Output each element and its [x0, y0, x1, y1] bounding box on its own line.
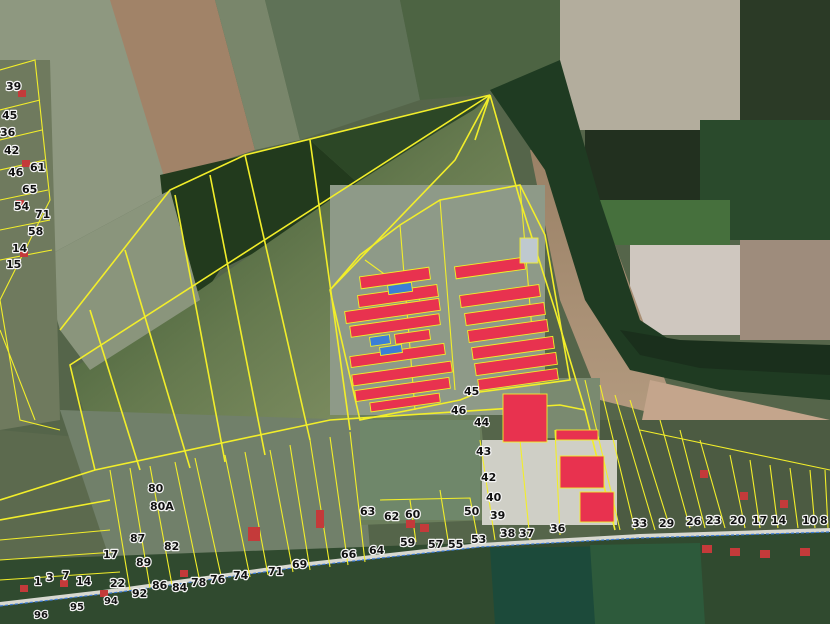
parcel-label[interactable]: 86	[151, 578, 169, 593]
parcel-label[interactable]: 42	[480, 470, 498, 485]
parcel-label[interactable]: 36	[549, 521, 567, 536]
parcel-label[interactable]: 55	[447, 537, 465, 552]
parcel-label[interactable]: 3	[45, 570, 55, 585]
parcel-label[interactable]: 42	[3, 143, 21, 158]
parcel-label[interactable]: 20	[729, 513, 747, 528]
parcel-label[interactable]: 39	[489, 508, 507, 523]
parcel-label[interactable]: 17	[751, 513, 769, 528]
parcel-label[interactable]: 71	[34, 207, 52, 222]
parcel-label[interactable]: 45	[1, 108, 19, 123]
parcel-label[interactable]: 82	[163, 539, 181, 554]
parcel-label[interactable]: 22	[109, 576, 127, 591]
parcel-label[interactable]: 1	[33, 574, 43, 589]
parcel-label[interactable]: 37	[518, 526, 536, 541]
parcel-label[interactable]: 64	[368, 543, 386, 558]
parcel-label[interactable]: 59	[399, 535, 417, 550]
parcel-label[interactable]: 43	[475, 444, 493, 459]
parcel-label[interactable]: 65	[21, 182, 39, 197]
parcel-label[interactable]: 39	[5, 79, 23, 94]
parcel-label[interactable]: 78	[190, 575, 208, 590]
parcel-label[interactable]: 80	[147, 481, 165, 496]
parcel-label[interactable]: 40	[485, 490, 503, 505]
parcel-label[interactable]: 46	[7, 165, 25, 180]
parcel-label[interactable]: 92	[131, 586, 149, 601]
parcel-label[interactable]: 46	[450, 403, 468, 418]
parcel-label[interactable]: 80A	[149, 499, 176, 514]
parcel-label[interactable]: 71	[267, 564, 285, 579]
parcel-label[interactable]: 69	[291, 557, 309, 572]
parcel-label[interactable]: 89	[135, 555, 153, 570]
parcel-label[interactable]: 15	[5, 257, 23, 272]
parcel-label[interactable]: 50	[463, 504, 481, 519]
parcel-label[interactable]: 17	[102, 547, 120, 562]
parcel-label[interactable]: 62	[383, 509, 401, 524]
parcel-label[interactable]: 54	[13, 199, 31, 214]
parcel-label[interactable]: 10	[801, 513, 819, 528]
parcel-label[interactable]: 45	[463, 384, 481, 399]
parcel-label[interactable]: 58	[27, 224, 45, 239]
parcel-label[interactable]: 60	[404, 507, 422, 522]
parcel-label[interactable]: 8	[819, 513, 829, 528]
parcel-label[interactable]: 36	[0, 125, 17, 140]
parcel-label[interactable]: 53	[470, 532, 488, 547]
parcel-label[interactable]: 74	[232, 568, 250, 583]
parcel-label[interactable]: 26	[685, 514, 703, 529]
parcel-label[interactable]: 57	[427, 537, 445, 552]
parcel-label[interactable]: 94	[103, 595, 119, 608]
parcel-label[interactable]: 84	[171, 580, 189, 595]
parcel-label[interactable]: 14	[11, 241, 29, 256]
parcel-label[interactable]: 14	[75, 574, 93, 589]
parcel-label[interactable]: 87	[129, 531, 147, 546]
parcel-label[interactable]: 61	[29, 160, 47, 175]
parcel-label[interactable]: 14	[770, 513, 788, 528]
parcel-label[interactable]: 23	[705, 513, 723, 528]
parcel-label[interactable]: 66	[340, 547, 358, 562]
parcel-label[interactable]: 44	[473, 415, 491, 430]
parcel-label[interactable]: 29	[658, 516, 676, 531]
parcel-label[interactable]: 7	[61, 568, 71, 583]
parcel-label[interactable]: 33	[631, 516, 649, 531]
parcel-label[interactable]: 63	[359, 504, 377, 519]
satellite-map[interactable]: 39 45 36 42 61 46 65 54 71 58 14 15 80 8…	[0, 0, 830, 624]
parcel-label[interactable]: 96	[33, 609, 49, 622]
parcel-label[interactable]: 76	[209, 572, 227, 587]
parcel-label[interactable]: 95	[69, 601, 85, 614]
parcel-label[interactable]: 38	[499, 526, 517, 541]
